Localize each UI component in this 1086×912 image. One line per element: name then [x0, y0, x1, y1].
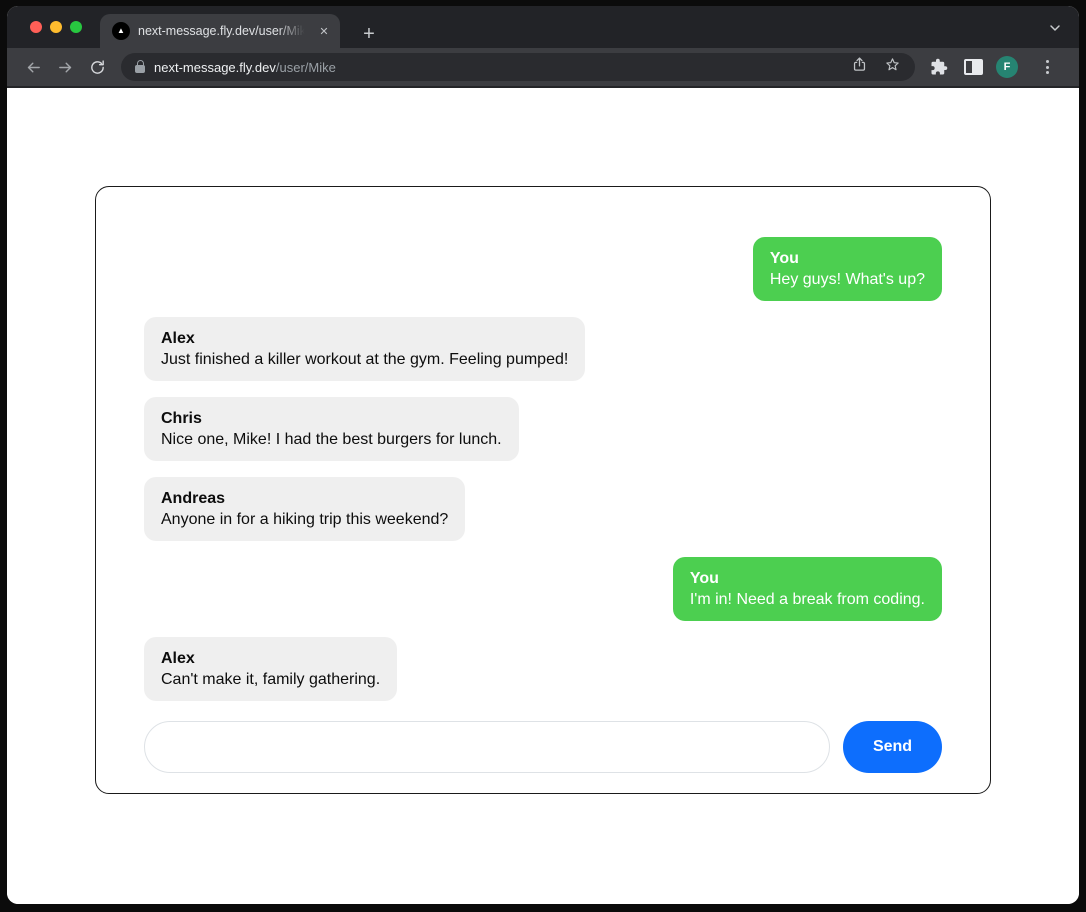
site-favicon-icon: ▲ — [112, 22, 130, 40]
message-input[interactable] — [144, 721, 830, 773]
message-sender: You — [690, 568, 925, 589]
browser-tab[interactable]: ▲ next-message.fly.dev/user/Mik ✕ — [100, 14, 340, 48]
toolbar-right: F — [925, 49, 1067, 85]
message-text: Just finished a killer workout at the gy… — [161, 351, 568, 368]
message-bubble: Chris Nice one, Mike! I had the best bur… — [144, 397, 519, 461]
message-bubble: Alex Just finished a killer workout at t… — [144, 317, 585, 381]
address-bar[interactable]: next-message.fly.dev/user/Mike — [121, 53, 915, 81]
message-bubble: You Hey guys! What's up? — [753, 237, 942, 301]
zoom-window-button[interactable] — [70, 21, 82, 33]
window-controls — [30, 21, 82, 33]
message-text: Nice one, Mike! I had the best burgers f… — [161, 431, 502, 448]
message-row: Chris Nice one, Mike! I had the best bur… — [144, 397, 942, 461]
message-row: Alex Can't make it, family gathering. — [144, 637, 942, 701]
chat-card: You Hey guys! What's up? Alex Just finis… — [95, 186, 991, 794]
message-row: You Hey guys! What's up? — [144, 237, 942, 301]
message-sender: Andreas — [161, 488, 448, 509]
message-row: Alex Just finished a killer workout at t… — [144, 317, 942, 381]
browser-window: ▲ next-message.fly.dev/user/Mik ✕ + next… — [7, 6, 1079, 904]
minimize-window-button[interactable] — [50, 21, 62, 33]
message-sender: You — [770, 248, 925, 269]
address-bar-actions — [851, 56, 901, 78]
message-bubble: Alex Can't make it, family gathering. — [144, 637, 397, 701]
share-icon[interactable] — [851, 56, 868, 78]
side-panel-icon[interactable] — [959, 53, 987, 81]
composer: Send — [144, 721, 942, 773]
message-bubble: Andreas Anyone in for a hiking trip this… — [144, 477, 465, 541]
back-button[interactable] — [19, 53, 47, 81]
url-text: next-message.fly.dev/user/Mike — [154, 60, 336, 75]
forward-button[interactable] — [51, 53, 79, 81]
lock-icon[interactable] — [135, 65, 145, 73]
browser-toolbar: next-message.fly.dev/user/Mike F — [7, 48, 1079, 88]
message-text: Hey guys! What's up? — [770, 271, 925, 288]
tab-title: next-message.fly.dev/user/Mik — [138, 24, 308, 38]
close-window-button[interactable] — [30, 21, 42, 33]
message-text: Anyone in for a hiking trip this weekend… — [161, 511, 448, 528]
bookmark-star-icon[interactable] — [884, 56, 901, 78]
profile-avatar[interactable]: F — [993, 53, 1021, 81]
extensions-puzzle-icon[interactable] — [925, 53, 953, 81]
message-text: I'm in! Need a break from coding. — [690, 591, 925, 608]
message-sender: Alex — [161, 328, 568, 349]
tab-search-chevron-icon[interactable] — [1047, 20, 1063, 36]
message-row: You I'm in! Need a break from coding. — [144, 557, 942, 621]
message-text: Can't make it, family gathering. — [161, 671, 380, 688]
tab-strip: ▲ next-message.fly.dev/user/Mik ✕ + — [7, 6, 1079, 48]
send-button[interactable]: Send — [843, 721, 942, 773]
message-list: You Hey guys! What's up? Alex Just finis… — [144, 237, 942, 701]
message-bubble: You I'm in! Need a break from coding. — [673, 557, 942, 621]
web-page: You Hey guys! What's up? Alex Just finis… — [7, 88, 1079, 904]
message-sender: Alex — [161, 648, 380, 669]
tab-close-icon[interactable]: ✕ — [316, 23, 332, 39]
reload-button[interactable] — [83, 53, 111, 81]
browser-menu-icon[interactable] — [1027, 49, 1067, 85]
url-path: /user/Mike — [276, 60, 336, 75]
new-tab-button[interactable]: + — [356, 21, 382, 47]
message-row: Andreas Anyone in for a hiking trip this… — [144, 477, 942, 541]
url-host: next-message.fly.dev — [154, 60, 276, 75]
message-sender: Chris — [161, 408, 502, 429]
